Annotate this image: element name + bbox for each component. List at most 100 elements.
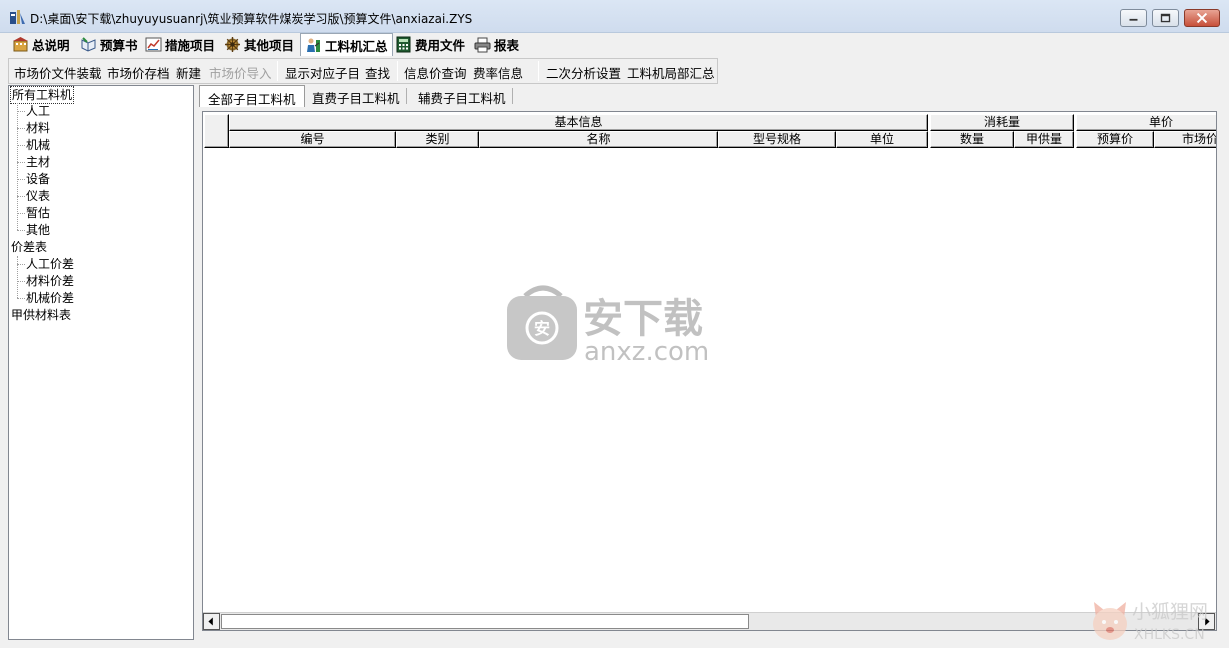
show-matching-items-button[interactable]: 显示对应子目 [285,63,360,82]
tree-item-labor[interactable]: 人工 [26,103,50,119]
watermark-corner-en-text: XHLKS.CN [1134,627,1205,643]
tree-line [17,281,25,282]
tree-line [17,213,25,214]
tree-item-provisional[interactable]: 暂估 [26,205,50,221]
tree-line [17,179,25,180]
tab-labor-material-summary[interactable]: 工料机汇总 [300,33,393,56]
tab-label: 其他项目 [244,38,295,53]
xhlks-watermark: 小狐狸网 XHLKS.CN [1090,598,1225,646]
tab-other-items[interactable]: 其他项目 [224,33,294,56]
tree-line [17,128,25,129]
tree-item-all-materials[interactable]: 所有工料机 [10,86,75,104]
tree-item-other[interactable]: 其他 [26,222,50,238]
tab-separator [406,88,407,104]
tab-cost-file[interactable]: 费用文件 [395,33,465,56]
tree-line [17,162,25,163]
tree-item-labor-diff[interactable]: 人工价差 [26,256,74,272]
tab-label: 工料机汇总 [325,38,388,54]
column-header-market-price[interactable]: 市场价 [1154,131,1216,148]
tree-item-instrument[interactable]: 仪表 [26,188,50,204]
column-header-code[interactable]: 编号 [229,131,396,148]
app-icon [9,9,26,26]
toolbar-separator [397,61,398,81]
tree-line [17,196,25,197]
gear-icon [224,36,241,53]
watermark-en-text: anxz.com [584,337,709,364]
watermark-corner-cn-text: 小狐狸网 [1132,601,1208,623]
sub-toolbar: 市场价文件装载 市场价存档 新建 市场价导入 显示对应子目 查找 信息价查询 费… [8,58,718,84]
tree-line [17,256,18,298]
printer-icon [474,36,491,53]
tree-item-main-material[interactable]: 主材 [26,154,50,170]
partial-summary-button[interactable]: 工料机局部汇总 [627,63,715,82]
book-icon [80,36,97,53]
anxz-watermark: 安 安下载 anxz.com [505,282,720,367]
tab-separator [512,88,513,104]
column-header-category[interactable]: 类别 [396,131,479,148]
column-header-quantity[interactable]: 数量 [930,131,1014,148]
secondary-analysis-settings-button[interactable]: 二次分析设置 [546,63,621,82]
tab-label: 费用文件 [415,38,466,53]
tab-label: 总说明 [32,38,70,53]
tab-auxiliary-cost-items[interactable]: 辅费子目工料机 [410,85,514,107]
scroll-left-arrow-icon[interactable] [203,613,220,630]
new-button[interactable]: 新建 [176,63,201,82]
tree-item-machinery-diff[interactable]: 机械价差 [26,290,74,306]
tree-item-material[interactable]: 材料 [26,120,50,136]
main-tab-bar: 总说明 预算书 措施项目 其他项目 工料机汇总 费用文件 报表 [8,33,526,57]
tree-item-price-diff-table[interactable]: 价差表 [11,239,47,255]
column-header-spec[interactable]: 型号规格 [718,131,836,148]
column-header-owner-supplied[interactable]: 甲供量 [1014,131,1074,148]
tab-general-description[interactable]: 总说明 [12,33,70,56]
header-group-unit-price: 单价 [1076,114,1216,131]
header-group-consumption: 消耗量 [930,114,1074,131]
tab-all-items[interactable]: 全部子目工料机 [199,85,305,107]
close-button[interactable] [1184,9,1220,27]
window-title: D:\桌面\安下载\zhuyuyusuanrj\筑业预算软件煤炭学习版\预算文件… [30,12,473,26]
building-icon [12,36,29,53]
tree-item-machinery[interactable]: 机械 [26,137,50,153]
shopping-bag-icon: 安 [507,285,577,360]
column-header-budget-price[interactable]: 预算价 [1076,131,1154,148]
horizontal-scrollbar[interactable] [203,612,1216,630]
rate-info-button[interactable]: 费率信息 [473,63,523,82]
toolbar-separator [277,61,278,81]
info-price-query-button[interactable]: 信息价查询 [404,63,467,82]
row-header-corner[interactable] [204,114,229,148]
column-header-unit[interactable]: 单位 [836,131,928,148]
tree-item-equipment[interactable]: 设备 [26,171,50,187]
tree-line [17,230,25,231]
load-market-price-file-button[interactable]: 市场价文件装载 [14,63,102,82]
tree-item-owner-supplied[interactable]: 甲供材料表 [11,307,71,323]
tab-reports[interactable]: 报表 [474,33,519,56]
worker-icon [305,37,322,54]
find-button[interactable]: 查找 [365,63,390,82]
tab-budget-book[interactable]: 预算书 [80,33,138,56]
chart-icon [145,36,162,53]
tab-measures[interactable]: 措施项目 [145,33,215,56]
tab-label: 预算书 [100,38,138,53]
tree-line [17,103,18,230]
tree-line [17,111,25,112]
tree-line [17,298,25,299]
tree-line [17,264,25,265]
tree-line [17,145,25,146]
column-header-name[interactable]: 名称 [479,131,718,148]
header-group-basic-info: 基本信息 [229,114,928,131]
fox-logo-icon [1093,602,1127,640]
calculator-icon [395,36,412,53]
tab-direct-cost-items[interactable]: 直费子目工料机 [304,85,408,107]
archive-market-price-button[interactable]: 市场价存档 [107,63,170,82]
tree-item-material-diff[interactable]: 材料价差 [26,273,74,289]
category-tree: 所有工料机 人工 材料 机械 主材 设备 仪表 暂估 其他 价差表 人工价差 材… [8,85,194,640]
maximize-button[interactable] [1152,9,1179,27]
import-market-price-button[interactable]: 市场价导入 [209,63,272,82]
tab-label: 报表 [494,38,520,53]
svg-text:安: 安 [534,319,550,338]
minimize-button[interactable] [1120,9,1147,27]
sub-tab-bar: 全部子目工料机 直费子目工料机 辅费子目工料机 [199,85,519,107]
scrollbar-thumb[interactable] [221,614,749,629]
toolbar-separator [538,61,539,81]
tab-label: 措施项目 [165,38,216,53]
data-grid: 基本信息 消耗量 单价 编号 类别 名称 型号规格 单位 数量 甲供量 预算价 … [202,111,1217,631]
